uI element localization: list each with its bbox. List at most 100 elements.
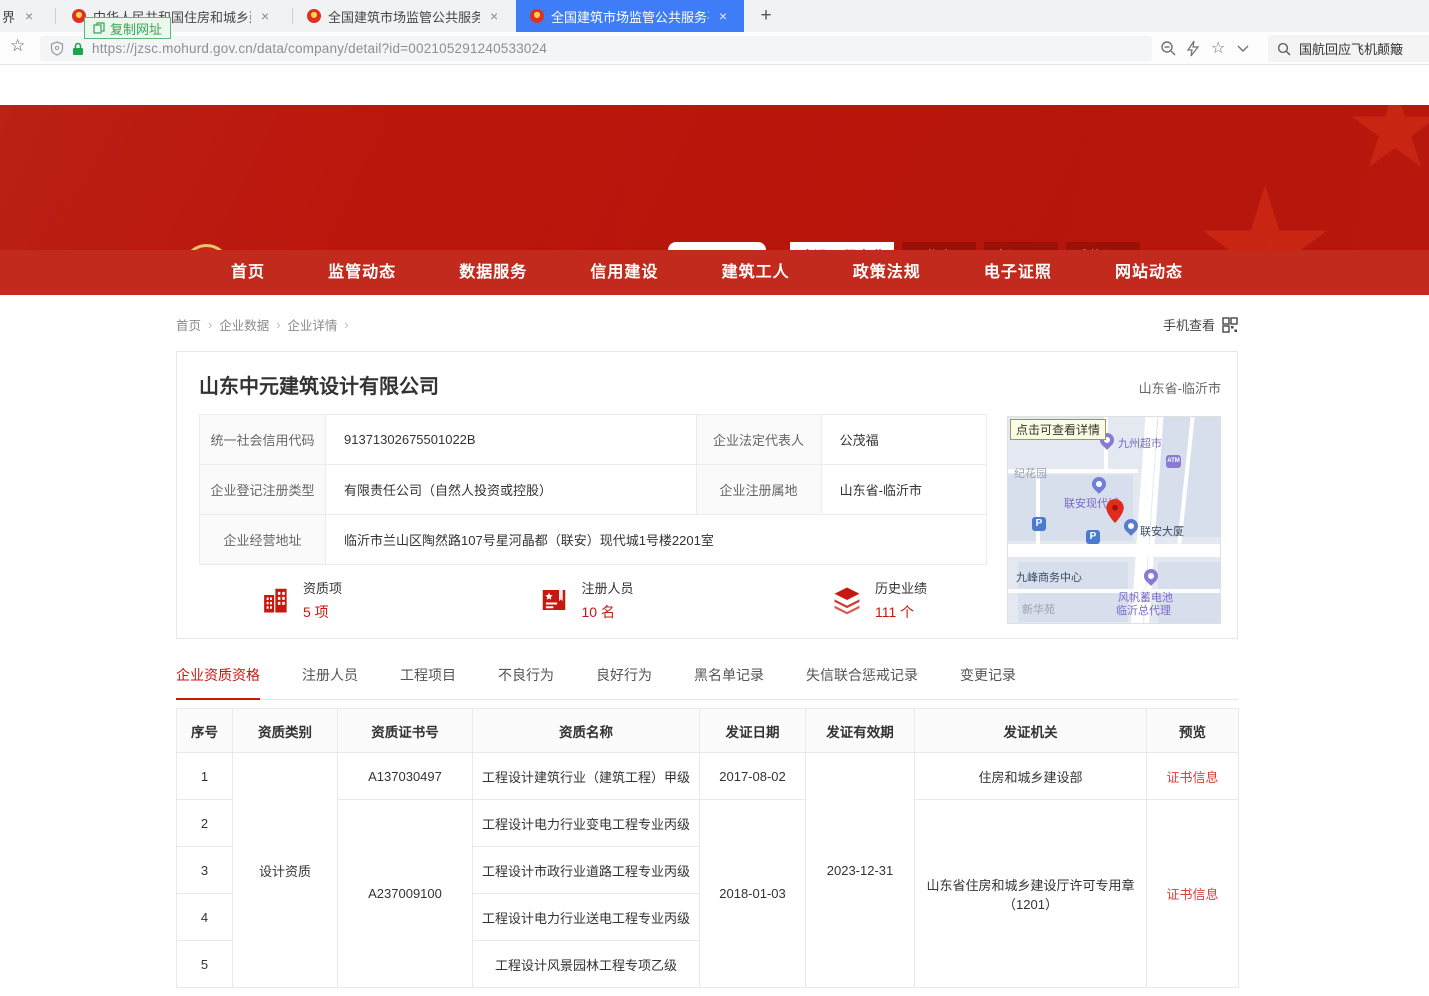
- map-label-garden: 纪花园: [1014, 465, 1047, 481]
- company-info-table: 统一社会信用代码 91371302675501022B 企业法定代表人 公茂福 …: [199, 414, 987, 565]
- map-tooltip: 点击可查看详情: [1010, 419, 1106, 440]
- stat-performance[interactable]: 历史业绩 111 个: [831, 578, 927, 622]
- browser-tab-active[interactable]: 全国建筑市场监管公共服务平台 ×: [516, 0, 744, 32]
- map-label-tower: 联安大厦: [1140, 523, 1184, 539]
- tab-close-icon[interactable]: ×: [719, 8, 727, 24]
- tab-title: 全国建筑市场监管公共服务平台: [551, 7, 709, 26]
- qr-code-card: S: [668, 242, 766, 250]
- map-label-supermarket: 九州超市: [1118, 435, 1162, 451]
- stat-qualifications[interactable]: 资质项 5 项: [261, 578, 342, 622]
- tab-blacklist[interactable]: 黑名单记录: [694, 665, 764, 699]
- qr-code-icon: [1222, 317, 1238, 333]
- certificate-info-link[interactable]: 证书信息: [1166, 770, 1218, 785]
- search-tab-project[interactable]: 建设项目: [984, 242, 1058, 250]
- tab-registered-personnel[interactable]: 注册人员: [302, 665, 358, 699]
- cell-no: 5: [177, 941, 233, 988]
- new-tab-button[interactable]: +: [753, 3, 779, 29]
- nav-item-credit[interactable]: 信用建设: [590, 250, 658, 295]
- tab-changes[interactable]: 变更记录: [960, 665, 1016, 699]
- col-preview: 预览: [1147, 709, 1239, 753]
- cell-name: 工程设计电力行业送电工程专业丙级: [473, 894, 700, 941]
- stat-value: 5 项: [303, 602, 342, 622]
- certificate-icon: [539, 585, 569, 615]
- tab-dishonesty[interactable]: 失信联合惩戒记录: [806, 665, 918, 699]
- breadcrumb-company-data[interactable]: 企业数据: [219, 315, 269, 334]
- cell-no: 1: [177, 753, 233, 800]
- breadcrumb-separator: ›: [208, 318, 212, 332]
- location-map[interactable]: 点击可查看详情 九州超市 ATM 纪花园 联安现代城 联安大厦 P P 九峰商务…: [1007, 416, 1221, 624]
- url-bar[interactable]: https://jzsc.mohurd.gov.cn/data/company/…: [40, 36, 1152, 61]
- address-label: 企业经营地址: [200, 515, 326, 565]
- col-no: 序号: [177, 709, 233, 753]
- stat-label: 资质项: [303, 578, 342, 597]
- reg-area-label: 企业注册属地: [696, 465, 821, 515]
- tab-good-behavior[interactable]: 良好行为: [596, 665, 652, 699]
- browser-window: 界 × 中华人民共和国住房和城乡建设 × 全国建筑市场监管公共服务平台 × 全国…: [0, 0, 1429, 996]
- map-label-battery-2: 临沂总代理: [1116, 602, 1171, 618]
- cell-name: 工程设计建筑行业（建筑工程）甲级: [473, 753, 700, 800]
- certificate-info-link[interactable]: 证书信息: [1166, 887, 1218, 902]
- search-category-tabs: 建设工程企业 从业人员 建设项目 诚信记录: [790, 242, 1238, 250]
- reg-type-label: 企业登记注册类型: [200, 465, 326, 515]
- table-row: 1 设计资质 A137030497 工程设计建筑行业（建筑工程）甲级 2017-…: [177, 753, 1239, 800]
- lock-icon: [72, 42, 84, 56]
- favorite-star-icon[interactable]: ☆: [1211, 38, 1225, 58]
- copy-url-tooltip: 复制网址: [84, 17, 171, 39]
- url-text[interactable]: https://jzsc.mohurd.gov.cn/data/company/…: [92, 41, 547, 56]
- cell-authority: 山东省住房和城乡建设厅许可专用章（1201）: [915, 800, 1147, 988]
- table-header-row: 序号 资质类别 资质证书号 资质名称 发证日期 发证有效期 发证机关 预览: [177, 709, 1239, 753]
- bookmark-star-icon[interactable]: ☆: [10, 36, 25, 56]
- zoom-out-icon[interactable]: [1160, 40, 1177, 57]
- tab-separator: [55, 8, 56, 24]
- address-value: 临沂市兰山区陶然路107号星河晶都（联安）现代城1号楼2201室: [326, 515, 987, 565]
- col-category: 资质类别: [233, 709, 338, 753]
- atm-icon: ATM: [1166, 455, 1181, 468]
- building-icon: [261, 585, 291, 615]
- site-banner: ★ 中华人民共和国住房和城乡建设部 www.mohurd.gov.cn 全国建筑…: [0, 105, 1429, 250]
- lightning-icon[interactable]: [1186, 40, 1200, 57]
- breadcrumb-separator: ›: [344, 318, 348, 332]
- main-navigation: 首页 监管动态 数据服务 信用建设 建筑工人 政策法规 电子证照 网站动态: [0, 250, 1429, 295]
- cell-issue-date: 2018-01-03: [700, 800, 806, 988]
- header-search-module: 建设工程企业 从业人员 建设项目 诚信记录 搜索: [790, 242, 1238, 250]
- cell-authority: 住房和城乡建设部: [915, 753, 1147, 800]
- browser-tab-jzsc[interactable]: 全国建筑市场监管公共服务平台 ×: [295, 0, 513, 32]
- tab-title: 界: [2, 7, 15, 26]
- nav-item-workers[interactable]: 建筑工人: [722, 250, 790, 295]
- search-icon: [1277, 42, 1291, 56]
- credit-code-label: 统一社会信用代码: [200, 415, 326, 465]
- browser-tab-partial[interactable]: 界 ×: [0, 0, 50, 32]
- reg-type-value: 有限责任公司（自然人投资或控股）: [326, 465, 697, 515]
- legal-rep-value: 公茂福: [821, 415, 986, 465]
- nav-item-data-service[interactable]: 数据服务: [459, 250, 527, 295]
- tab-title: 全国建筑市场监管公共服务平台: [328, 7, 480, 26]
- nav-item-ecert[interactable]: 电子证照: [984, 250, 1052, 295]
- tab-close-icon[interactable]: ×: [490, 8, 498, 24]
- copy-icon: [93, 22, 105, 34]
- tab-projects[interactable]: 工程项目: [400, 665, 456, 699]
- breadcrumb-home[interactable]: 首页: [176, 315, 201, 334]
- cell-validity: 2023-12-31: [806, 753, 915, 988]
- tab-bad-behavior[interactable]: 不良行为: [498, 665, 554, 699]
- map-label-xinhua: 新华苑: [1022, 601, 1055, 617]
- breadcrumb-company-detail[interactable]: 企业详情: [287, 315, 337, 334]
- tab-close-icon[interactable]: ×: [25, 8, 33, 24]
- nav-item-news[interactable]: 网站动态: [1115, 250, 1183, 295]
- chevron-down-icon[interactable]: [1237, 45, 1249, 53]
- tab-qualifications[interactable]: 企业资质资格: [176, 665, 260, 700]
- quick-search-box[interactable]: 国航回应飞机颠簸: [1268, 35, 1429, 62]
- map-road: [1036, 473, 1040, 544]
- shield-icon[interactable]: [50, 41, 64, 56]
- tab-close-icon[interactable]: ×: [261, 8, 269, 24]
- location-marker-icon: [1106, 499, 1124, 523]
- nav-item-policy[interactable]: 政策法规: [853, 250, 921, 295]
- quick-search-text[interactable]: 国航回应飞机颠簸: [1299, 39, 1403, 58]
- nav-item-supervision[interactable]: 监管动态: [328, 250, 396, 295]
- stat-registered-personnel[interactable]: 注册人员 10 名: [539, 578, 633, 622]
- nav-item-home[interactable]: 首页: [231, 250, 265, 295]
- mobile-view-button[interactable]: 手机查看: [1163, 315, 1238, 334]
- search-tab-personnel[interactable]: 从业人员: [902, 242, 976, 250]
- search-tab-enterprise[interactable]: 建设工程企业: [790, 242, 894, 250]
- search-tab-credit[interactable]: 诚信记录: [1066, 242, 1140, 250]
- copy-tooltip-label: 复制网址: [110, 19, 162, 38]
